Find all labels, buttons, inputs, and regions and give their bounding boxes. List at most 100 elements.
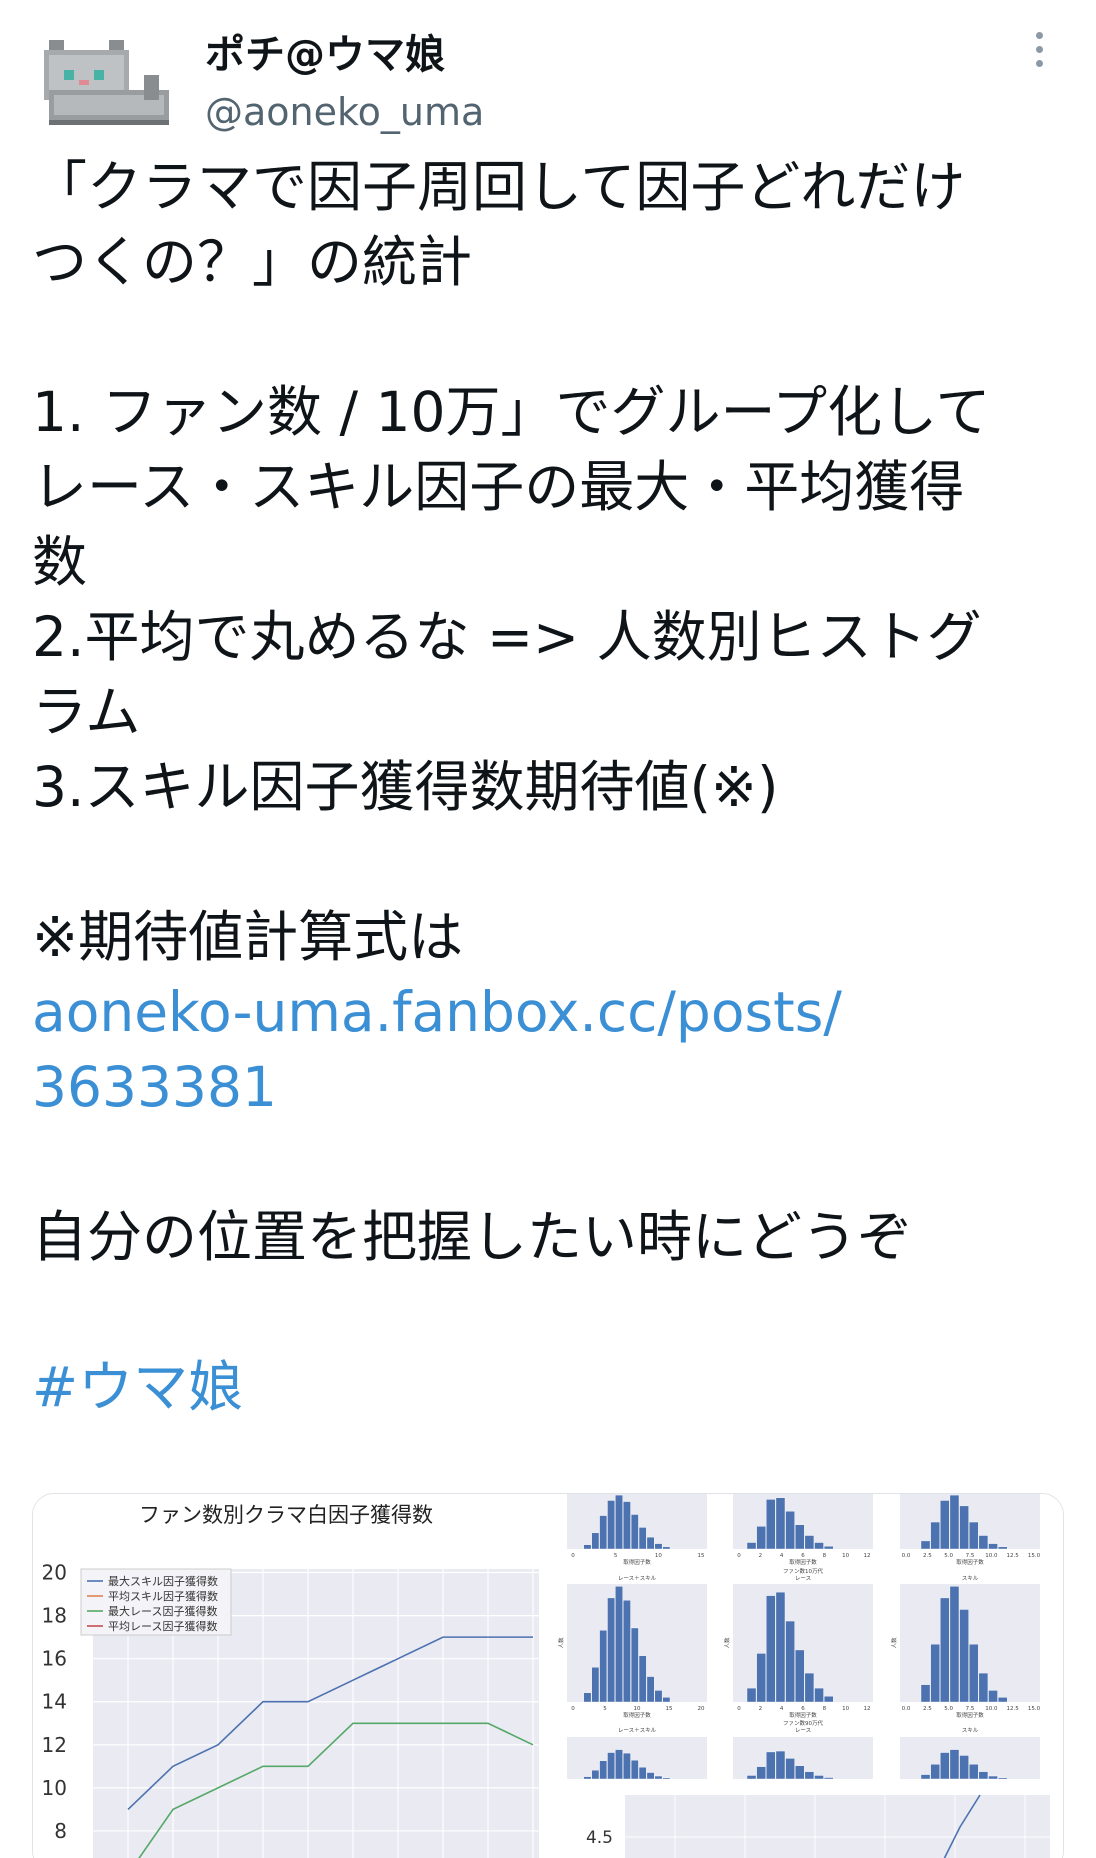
tweet-text-line: つくの？」の統計 <box>32 230 473 294</box>
legend-label: 平均レース因子獲得数 <box>108 1620 217 1633</box>
tweet-text-line: ※期待値計算式は <box>32 905 464 969</box>
hist-tick-label: 2 <box>759 1553 763 1559</box>
hist-tick-label: 0.0 <box>902 1553 911 1559</box>
hist-bar <box>930 1643 940 1703</box>
hist-bar <box>638 1655 647 1703</box>
hist-subplot-title: スキル <box>962 1727 979 1734</box>
media-image-histograms[interactable]: 0 5 10 15 取得因子数 0 2 4 6 8 10 12 取得因子数 0.0 2.5 5.0 7.5 10.… <box>555 1494 1063 1780</box>
hist-bar <box>654 1775 663 1780</box>
hist-xlabel: 取得因子数 <box>956 1711 984 1719</box>
hist-bar <box>766 1499 776 1550</box>
hist-bar <box>823 1696 834 1703</box>
hist-bar <box>969 1643 979 1703</box>
fanbox-link[interactable]: aoneko-uma.fanbox.cc/posts/ <box>32 975 1072 1050</box>
hist-bar <box>623 1752 631 1780</box>
hist-tick-label: 12 <box>864 1706 871 1712</box>
hist-tick-label: 10 <box>842 1553 849 1559</box>
hist-bar <box>940 1500 950 1550</box>
media-image-line-chart[interactable]: ファン数別クラマ白因子獲得数 20 18 16 14 12 10 8 最大スキル因子獲得数 平均ス… <box>33 1494 539 1858</box>
hist-bar <box>591 1667 600 1703</box>
hist-bar <box>988 1690 998 1703</box>
hist-tick-label: 15.0 <box>1028 1706 1041 1712</box>
legend-label: 平均スキル因子獲得数 <box>108 1590 218 1603</box>
hist-tick-label: 0 <box>571 1706 575 1712</box>
hist-bar <box>638 1527 647 1550</box>
hist-tick-label: 4 <box>780 1553 784 1559</box>
hist-ylabel: 人数 <box>557 1637 565 1649</box>
hist-bar <box>607 1500 615 1550</box>
tweet-text-line: 「クラマで因子周回して因子どれだけ <box>32 155 966 219</box>
hist-bar <box>930 1521 940 1550</box>
hist-ylabel: 人数 <box>890 1637 898 1649</box>
hist-bar <box>804 1672 815 1703</box>
hist-bar <box>949 1494 960 1550</box>
y-tick-label: 18 <box>42 1604 67 1628</box>
tweet-text-line: 自分の位置を把握したい時にどうぞ <box>32 1205 913 1269</box>
hist-xlabel: 取得因子数 <box>956 1558 984 1566</box>
hist-xlabel: 取得因子数 <box>623 1558 651 1566</box>
hist-bar <box>997 1697 1008 1703</box>
author-handle[interactable]: @aoneko_uma <box>205 90 484 134</box>
media-image-expectation-chart[interactable]: 4.5 <box>555 1787 1063 1858</box>
hist-tick-label: 4 <box>780 1706 784 1712</box>
hist-tick-label: 2 <box>759 1706 763 1712</box>
hist-bar <box>785 1620 795 1703</box>
hist-tick-label: 5 <box>603 1706 607 1712</box>
hist-bar <box>607 1597 615 1703</box>
hist-bar <box>583 1544 592 1550</box>
hist-bar <box>615 1494 623 1550</box>
hist-subplot-title: ファン数10万代 <box>783 1567 823 1575</box>
hist-bar <box>662 1697 671 1703</box>
hist-bar <box>766 1595 776 1703</box>
hist-bar <box>988 1775 998 1780</box>
hist-subplot-title: ファン数90万代 <box>783 1719 823 1727</box>
hist-tick-label: 0 <box>737 1706 741 1712</box>
hist-bar <box>920 1540 931 1550</box>
hist-xlabel: 取得因子数 <box>789 1558 817 1566</box>
hist-tick-label: 5.0 <box>944 1706 953 1712</box>
tweet-text-line: ラム <box>32 680 141 744</box>
hist-bar <box>949 1586 960 1703</box>
y-tick-label: 16 <box>42 1647 67 1671</box>
chart-title: ファン数別クラマ白因子獲得数 <box>139 1503 433 1527</box>
hist-bar <box>775 1591 786 1703</box>
hist-bar <box>959 1505 969 1550</box>
hist-subplot-title: スキル <box>962 1575 979 1582</box>
more-vertical-icon[interactable] <box>1030 32 1050 72</box>
legend-label: 最大スキル因子獲得数 <box>108 1574 218 1588</box>
hist-bar <box>959 1755 969 1780</box>
tweet-body: 「クラマで因子周回して因子どれだけ つくの？」の統計 1. ファン数 / 10万… <box>32 150 1072 1425</box>
hist-bar <box>583 1692 592 1703</box>
hist-bar <box>756 1766 766 1780</box>
tweet-text-line: 数 <box>32 530 88 594</box>
fanbox-link-cont[interactable]: 3633381 <box>32 1050 1072 1125</box>
hist-bar <box>804 1535 815 1550</box>
hist-bar <box>978 1672 989 1703</box>
hist-bar <box>646 1536 655 1550</box>
y-tick-label: 20 <box>42 1561 67 1585</box>
hist-bar <box>997 1777 1008 1780</box>
hist-bar <box>630 1514 639 1550</box>
pixel-cat-avatar[interactable] <box>34 30 174 130</box>
hist-bar <box>969 1521 979 1550</box>
hist-bar <box>756 1653 766 1703</box>
hist-bar <box>795 1765 805 1780</box>
hist-bar <box>814 1542 824 1550</box>
hist-tick-label: 10.0 <box>985 1706 998 1712</box>
hist-tick-label: 0 <box>571 1553 575 1559</box>
hist-bar <box>630 1759 639 1780</box>
hist-bar <box>823 1546 834 1550</box>
line-chart: ファン数別クラマ白因子獲得数 20 18 16 14 12 10 8 最大スキル因子獲得数平均ス… <box>42 1503 539 1858</box>
hist-bar <box>997 1546 1008 1550</box>
hist-bar <box>949 1749 960 1780</box>
hist-tick-label: 5 <box>614 1553 618 1559</box>
hist-tick-label: 10 <box>842 1706 849 1712</box>
hist-bar <box>646 1676 655 1703</box>
y-tick-label: 4.5 <box>586 1828 613 1848</box>
hist-bar <box>630 1627 639 1703</box>
hist-tick-label: 10 <box>655 1553 662 1559</box>
hist-tick-label: 6 <box>801 1553 805 1559</box>
author-display-name[interactable]: ポチ@ウマ娘 <box>205 22 445 80</box>
hist-bar <box>804 1771 815 1780</box>
hashtag-link[interactable]: #ウマ娘 <box>32 1350 1072 1425</box>
